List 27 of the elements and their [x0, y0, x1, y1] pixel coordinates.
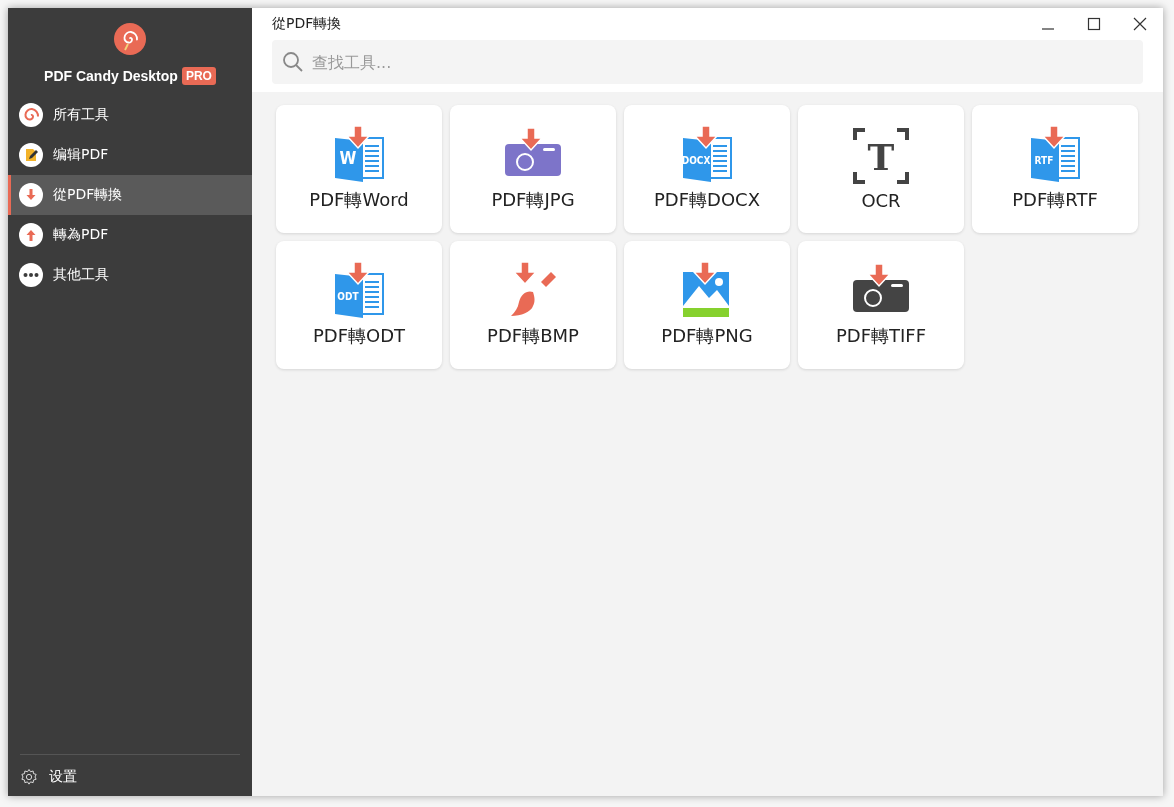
window-title: 從PDF轉換: [272, 15, 342, 33]
tool-card[interactable]: PDF轉PNG: [624, 241, 790, 369]
search-field[interactable]: 查找工具...: [272, 40, 1143, 84]
sidebar-item[interactable]: 编辑PDF: [8, 135, 252, 175]
tool-card[interactable]: PDF轉BMP: [450, 241, 616, 369]
tool-card[interactable]: PDF轉TIFF: [798, 241, 964, 369]
lollipop-logo-icon: [114, 23, 146, 55]
app-name: PDF Candy Desktop: [44, 68, 178, 84]
pro-badge: PRO: [181, 67, 216, 85]
tool-card[interactable]: RTF PDF轉RTF: [972, 105, 1138, 233]
close-icon[interactable]: [1133, 17, 1147, 31]
settings-item[interactable]: 设置: [20, 768, 240, 786]
edit-document-icon: [19, 143, 43, 167]
sidebar-item[interactable]: 所有工具: [8, 95, 252, 135]
sidebar-item[interactable]: 其他工具: [8, 255, 252, 295]
tool-card[interactable]: ODT PDF轉ODT: [276, 241, 442, 369]
maximize-icon[interactable]: [1087, 17, 1101, 31]
tool-card[interactable]: DOCX PDF轉DOCX: [624, 105, 790, 233]
tool-card[interactable]: W PDF轉Word: [276, 105, 442, 233]
spiral-icon: [19, 103, 43, 127]
sidebar-item[interactable]: 從PDF轉換: [8, 175, 252, 215]
search-icon: [282, 51, 304, 73]
settings-icon: [20, 768, 38, 786]
more-icon: [19, 263, 43, 287]
tool-card[interactable]: T OCR: [798, 105, 964, 233]
sidebar-item[interactable]: 轉為PDF: [8, 215, 252, 255]
tool-card[interactable]: PDF轉JPG: [450, 105, 616, 233]
